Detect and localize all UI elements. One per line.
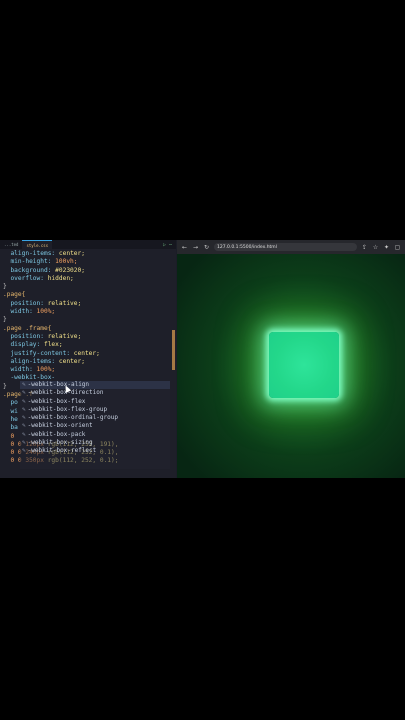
- bookmark-icon[interactable]: ☆: [372, 244, 379, 251]
- glowing-box: [269, 332, 339, 398]
- code-token: 100vh;: [55, 258, 78, 266]
- forward-icon[interactable]: →: [192, 244, 199, 251]
- code-line[interactable]: }: [0, 316, 176, 324]
- property-icon: ✎: [22, 447, 26, 455]
- run-icon[interactable]: ▷: [163, 242, 166, 248]
- address-bar[interactable]: 127.0.0.1:5500/index.html: [214, 243, 357, 251]
- share-icon[interactable]: ⇪: [361, 244, 368, 251]
- code-editor[interactable]: ...ted style.css ▷ ⋯ align-items: center…: [0, 240, 176, 478]
- property-icon: ✎: [22, 405, 26, 413]
- code-token: }: [3, 316, 7, 324]
- autocomplete-item[interactable]: ✎ -webkit-box-flex-group: [20, 406, 170, 414]
- code-token: position:: [3, 299, 48, 307]
- property-icon: ✎: [22, 430, 26, 438]
- code-token: hidden;: [47, 274, 74, 282]
- property-icon: ✎: [22, 422, 26, 430]
- more-icon[interactable]: ⋯: [169, 242, 172, 248]
- autocomplete-label: -webkit-box-reflect: [27, 447, 97, 455]
- code-token: overflow:: [3, 274, 48, 282]
- page-viewport: [177, 254, 405, 478]
- autocomplete-label: -webkit-box-align: [27, 381, 90, 388]
- code-line[interactable]: .page{: [0, 291, 176, 299]
- code-line[interactable]: display: flex;: [0, 341, 176, 349]
- code-token: wi: [3, 407, 18, 415]
- code-token: .page .frame{: [3, 324, 52, 332]
- code-token: justify-content:: [3, 349, 74, 357]
- property-icon: ✎: [22, 381, 26, 388]
- code-token: align-items:: [3, 250, 59, 257]
- autocomplete-item[interactable]: ✎ -webkit-box-pack: [20, 431, 170, 439]
- code-line[interactable]: min-height: 100vh;: [0, 258, 176, 266]
- code-token: .page{: [3, 291, 26, 299]
- code-token: 100%;: [36, 366, 56, 374]
- autocomplete-label: -webkit-box-ordinal-group: [27, 414, 118, 422]
- code-line[interactable]: position: relative;: [0, 333, 176, 341]
- property-icon: ✎: [22, 397, 26, 405]
- autocomplete-item[interactable]: ✎ -webkit-box-direction: [20, 389, 170, 397]
- tab-previous[interactable]: ...ted: [0, 240, 22, 249]
- autocomplete-label: -webkit-box-flex-group: [27, 405, 108, 413]
- code-token: }: [3, 382, 7, 390]
- autocomplete-label: -webkit-box-flex: [27, 397, 86, 405]
- browser-window: ← → ↻ 127.0.0.1:5500/index.html ⇪ ☆ ✦ ▢: [177, 240, 405, 478]
- code-token: center;: [58, 250, 85, 257]
- code-line[interactable]: position: relative;: [0, 300, 176, 308]
- code-token: center;: [73, 349, 100, 357]
- code-token: min-height:: [3, 258, 56, 266]
- code-token: he: [3, 415, 18, 423]
- code-token: background:: [3, 266, 56, 274]
- reload-icon[interactable]: ↻: [203, 244, 210, 251]
- address-text: 127.0.0.1:5500/index.html: [217, 244, 277, 250]
- code-line[interactable]: align-items: center;: [0, 250, 176, 258]
- autocomplete-item[interactable]: ✎ -webkit-box-ordinal-group: [20, 414, 170, 422]
- property-icon: ✎: [22, 389, 26, 397]
- code-token: display:: [3, 341, 44, 349]
- code-line[interactable]: width: 100%;: [0, 308, 176, 316]
- code-token: 100%;: [36, 308, 56, 316]
- autocomplete-label: -webkit-box-sizing: [27, 439, 93, 447]
- code-token: position:: [3, 332, 48, 340]
- code-line[interactable]: justify-content: center;: [0, 350, 176, 358]
- code-token: width:: [3, 366, 37, 374]
- code-token: }: [3, 283, 7, 291]
- code-line[interactable]: width: 100%;: [0, 366, 176, 374]
- code-token: po: [3, 399, 18, 407]
- code-line[interactable]: .page .frame{: [0, 325, 176, 333]
- autocomplete-item[interactable]: ✎ -webkit-box-flex: [20, 398, 170, 406]
- autocomplete-label: -webkit-box-orient: [27, 422, 93, 430]
- extensions-icon[interactable]: ✦: [383, 244, 390, 251]
- code-line[interactable]: overflow: hidden;: [0, 275, 176, 283]
- code-token: #023020;: [55, 266, 85, 274]
- code-token: relative;: [47, 332, 82, 340]
- back-icon[interactable]: ←: [181, 244, 188, 251]
- autocomplete-item[interactable]: ✎ -webkit-box-sizing: [20, 439, 170, 447]
- editor-actions: ▷ ⋯: [163, 242, 176, 248]
- code-token: relative;: [47, 299, 82, 307]
- property-icon: ✎: [22, 439, 26, 447]
- property-icon: ✎: [22, 414, 26, 422]
- browser-toolbar: ← → ↻ 127.0.0.1:5500/index.html ⇪ ☆ ✦ ▢: [177, 240, 405, 254]
- autocomplete-item[interactable]: ✎ -webkit-box-orient: [20, 422, 170, 430]
- editor-tab-bar: ...ted style.css ▷ ⋯: [0, 240, 176, 250]
- code-token: flex;: [43, 341, 63, 349]
- code-token: width:: [3, 308, 37, 316]
- code-token: align-items:: [3, 357, 59, 365]
- autocomplete-popup[interactable]: ✎ -webkit-box-align ✎ -webkit-box-direction…: [20, 381, 170, 469]
- window-icon[interactable]: ▢: [394, 244, 401, 251]
- tab-style-css[interactable]: style.css: [22, 240, 53, 250]
- code-line[interactable]: align-items: center;: [0, 358, 176, 366]
- autocomplete-label: -webkit-box-pack: [27, 430, 86, 438]
- code-line[interactable]: background: #023020;: [0, 267, 176, 275]
- screen: ...ted style.css ▷ ⋯ align-items: center…: [0, 240, 405, 478]
- code-token: center;: [58, 357, 85, 365]
- autocomplete-item[interactable]: ✎ -webkit-box-reflect: [20, 447, 170, 455]
- code-token: ba: [3, 424, 18, 432]
- code-line[interactable]: }: [0, 283, 176, 291]
- autocomplete-item[interactable]: ✎ -webkit-box-align: [20, 381, 170, 390]
- minimap-scrollbar[interactable]: [172, 330, 175, 370]
- code-token: 0: [3, 432, 18, 440]
